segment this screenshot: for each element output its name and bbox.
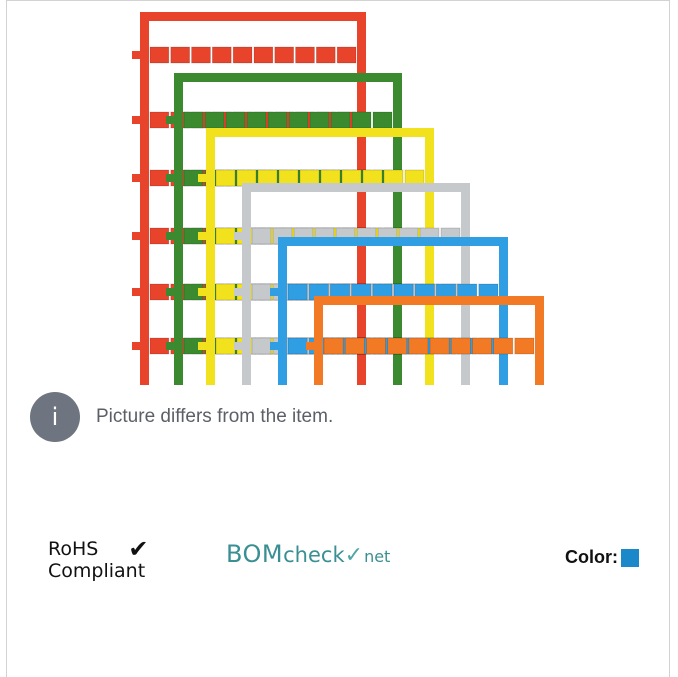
check-icon: ✔ [128, 535, 149, 563]
color-label: Color: [565, 547, 618, 567]
marker-cell [387, 337, 408, 355]
marker-frame-tab [132, 116, 140, 124]
marker-cell [493, 337, 514, 355]
marker-cell [450, 337, 471, 355]
marker-frame-right-rail [357, 12, 366, 385]
marker-cell [183, 111, 204, 129]
product-image [132, 12, 544, 385]
marker-frame-tab [270, 342, 278, 350]
compliant-label: Compliant [48, 560, 146, 582]
marker-cell [246, 111, 267, 129]
marker-cell [204, 111, 225, 129]
marker-frame-left-rail [174, 73, 183, 385]
marker-cell [251, 283, 272, 301]
marker-cell [149, 169, 170, 187]
marker-cell [309, 111, 330, 129]
marker-cell [149, 283, 170, 301]
marker-cell [251, 337, 272, 355]
marker-cell [215, 169, 236, 187]
marker-frame-right-rail [499, 237, 508, 385]
bomcheck-logo-check: check [283, 543, 345, 567]
marker-frame-tab [234, 288, 242, 296]
marker-cell [336, 46, 357, 64]
marker-cell [225, 111, 246, 129]
marker-cell [365, 337, 386, 355]
marker-frame-right-rail [535, 296, 544, 385]
info-icon: i [30, 392, 80, 442]
marker-frame-tab [166, 342, 174, 350]
marker-cell [514, 337, 535, 355]
marker-cell [372, 111, 393, 129]
marker-frame-top-bar [242, 183, 470, 192]
marker-frame-tab [132, 174, 140, 182]
marker-cell [351, 111, 372, 129]
marker-frame-tab [132, 288, 140, 296]
marker-frame-tab [270, 288, 278, 296]
marker-cell [149, 227, 170, 245]
marker-cell [287, 283, 308, 301]
marker-frame-left-rail [140, 12, 149, 385]
marker-cell [315, 46, 336, 64]
marker-cell [211, 46, 232, 64]
marker-frame-tab [166, 116, 174, 124]
marker-cell [323, 337, 344, 355]
color-swatch [621, 548, 639, 567]
marker-cell [267, 111, 288, 129]
marker-frame-tab [132, 232, 140, 240]
marker-cell [253, 46, 274, 64]
marker-cell [191, 46, 211, 64]
marker-frame-tab [132, 51, 140, 59]
marker-frame-tab [234, 342, 242, 350]
marker-frame-tab [166, 232, 174, 240]
marker-cell [471, 337, 492, 355]
marker-cell [287, 337, 308, 355]
marker-cell [232, 46, 253, 64]
marker-frame-top-bar [140, 12, 366, 21]
marker-cell [330, 111, 351, 129]
marker-frame-top-bar [174, 73, 402, 82]
marker-frame-left-rail [206, 128, 215, 385]
bomcheck-logo-bom: BOM [226, 540, 284, 568]
marker-frame-left-rail [242, 183, 251, 385]
marker-cell [215, 227, 236, 245]
image-disclaimer-text: Picture differs from the item. [96, 406, 334, 427]
rohs-label: RoHS [48, 538, 99, 560]
marker-cell [215, 337, 236, 355]
marker-cell [251, 227, 272, 245]
marker-cell [408, 337, 429, 355]
marker-frame-tab [306, 342, 314, 350]
marker-frame-top-bar [314, 296, 544, 305]
marker-cell [429, 337, 450, 355]
marker-cell [149, 111, 170, 129]
marker-frame-tab [198, 174, 206, 182]
marker-cell [149, 337, 170, 355]
marker-frame-tab [198, 342, 206, 350]
marker-frame-tab [166, 174, 174, 182]
marker-frame-top-bar [206, 128, 434, 137]
bomcheck-logo-net: net [364, 547, 391, 566]
color-indicator: Color: [565, 547, 639, 568]
marker-frame-tab [198, 288, 206, 296]
marker-cell [288, 111, 309, 129]
marker-cell [344, 337, 365, 355]
bomcheck-logo: BOM check ✓ net [226, 540, 390, 568]
marker-cell [295, 46, 315, 64]
image-disclaimer: i Picture differs from the item. [30, 392, 333, 442]
rohs-compliant-badge: RoHS ✔ Compliant [48, 535, 149, 582]
bomcheck-check-icon: ✓ [344, 543, 364, 568]
marker-cell [215, 283, 236, 301]
marker-frame-tab [198, 232, 206, 240]
marker-frame-top-bar [278, 237, 508, 246]
marker-cell [149, 46, 170, 64]
marker-frame-tab [166, 288, 174, 296]
marker-cell [170, 46, 191, 64]
marker-frame-tab [132, 342, 140, 350]
marker-cell [274, 46, 294, 64]
marker-frame-tab [234, 232, 242, 240]
marker-frame-left-rail [278, 237, 287, 385]
marker-frame-left-rail [314, 296, 323, 385]
